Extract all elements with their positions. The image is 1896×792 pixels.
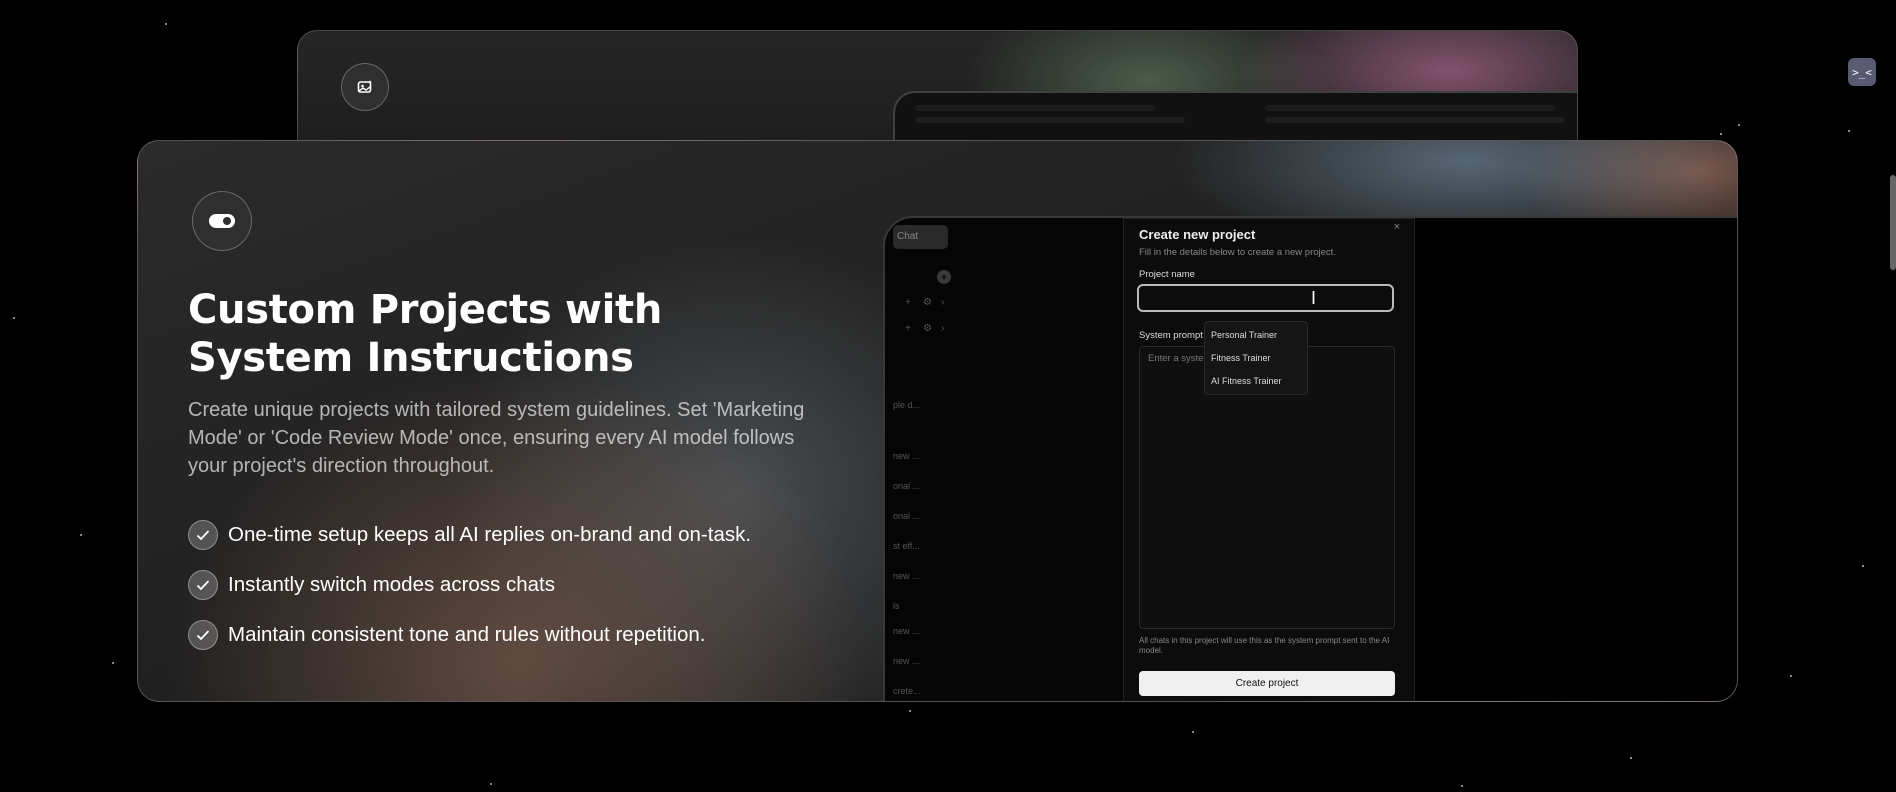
scrollbar-thumb[interactable] xyxy=(1890,175,1896,270)
sidebar-item[interactable]: new ... xyxy=(893,626,920,636)
feature-bullet: Maintain consistent tone and rules witho… xyxy=(188,620,705,650)
dialog-title: Create new project xyxy=(1139,227,1256,242)
new-chat-icon[interactable]: + xyxy=(937,270,951,284)
feature-bullet-text: One-time setup keeps all AI replies on-b… xyxy=(228,523,752,546)
tab-chat[interactable]: Chat xyxy=(893,225,948,249)
plus-icon[interactable]: + xyxy=(905,323,911,334)
chevron-right-icon[interactable]: › xyxy=(941,297,944,308)
sidebar-item[interactable]: new ... xyxy=(893,451,920,461)
feature-description: Create unique projects with tailored sys… xyxy=(188,399,805,477)
sidebar-item[interactable]: onal ... xyxy=(893,511,920,521)
suggestion-item[interactable]: Personal Trainer xyxy=(1211,330,1277,340)
plus-icon[interactable]: + xyxy=(905,297,911,308)
sidebar-item[interactable]: ple d... xyxy=(893,400,920,410)
app-screenshot: Chat + + ⚙ › + ⚙ › ple d... new ... onal… xyxy=(883,216,1737,701)
feature-bullet: One-time setup keeps all AI replies on-b… xyxy=(188,520,751,550)
feature-bullet: Instantly switch modes across chats xyxy=(188,570,555,600)
close-icon[interactable]: × xyxy=(1394,221,1400,233)
check-icon xyxy=(188,520,218,550)
image-sparkle-icon xyxy=(341,63,389,111)
suggestion-item[interactable]: AI Fitness Trainer xyxy=(1211,376,1282,386)
feature-bullet-text: Maintain consistent tone and rules witho… xyxy=(228,623,706,646)
system-prompt-label: System prompt xyxy=(1139,330,1203,341)
dialog-subtitle: Fill in the details below to create a ne… xyxy=(1139,247,1336,258)
sidebar-item[interactable]: new ... xyxy=(893,656,920,666)
feature-title: Custom Projects with System Instructions xyxy=(188,287,663,381)
autocomplete-dropdown: Personal Trainer Fitness Trainer AI Fitn… xyxy=(1204,321,1308,395)
sidebar-item[interactable]: st eff... xyxy=(893,541,920,551)
suggestion-item[interactable]: Fitness Trainer xyxy=(1211,353,1271,363)
create-project-button[interactable]: Create project xyxy=(1139,671,1395,696)
check-icon xyxy=(188,570,218,600)
feature-card: Custom Projects with System Instructions… xyxy=(137,140,1738,702)
feature-bullet-text: Instantly switch modes across chats xyxy=(228,573,555,596)
text-cursor-icon: I xyxy=(1311,288,1317,308)
gear-icon[interactable]: ⚙ xyxy=(923,297,932,308)
sidebar-item[interactable]: new ... xyxy=(893,571,920,581)
create-project-dialog: Create new project × Fill in the details… xyxy=(1123,218,1415,701)
sidebar-item[interactable]: onal ... xyxy=(893,481,920,491)
check-icon xyxy=(188,620,218,650)
chevron-right-icon[interactable]: › xyxy=(941,323,944,334)
sidebar-item[interactable]: ls xyxy=(893,601,900,611)
toggle-icon xyxy=(192,191,252,251)
prompt-hint: All chats in this project will use this … xyxy=(1139,636,1390,655)
project-name-label: Project name xyxy=(1139,269,1195,280)
sidebar-item[interactable]: crete... xyxy=(893,686,921,696)
gear-icon[interactable]: ⚙ xyxy=(923,323,932,334)
project-name-input[interactable] xyxy=(1137,284,1394,312)
face-icon[interactable]: >_< xyxy=(1848,58,1876,86)
